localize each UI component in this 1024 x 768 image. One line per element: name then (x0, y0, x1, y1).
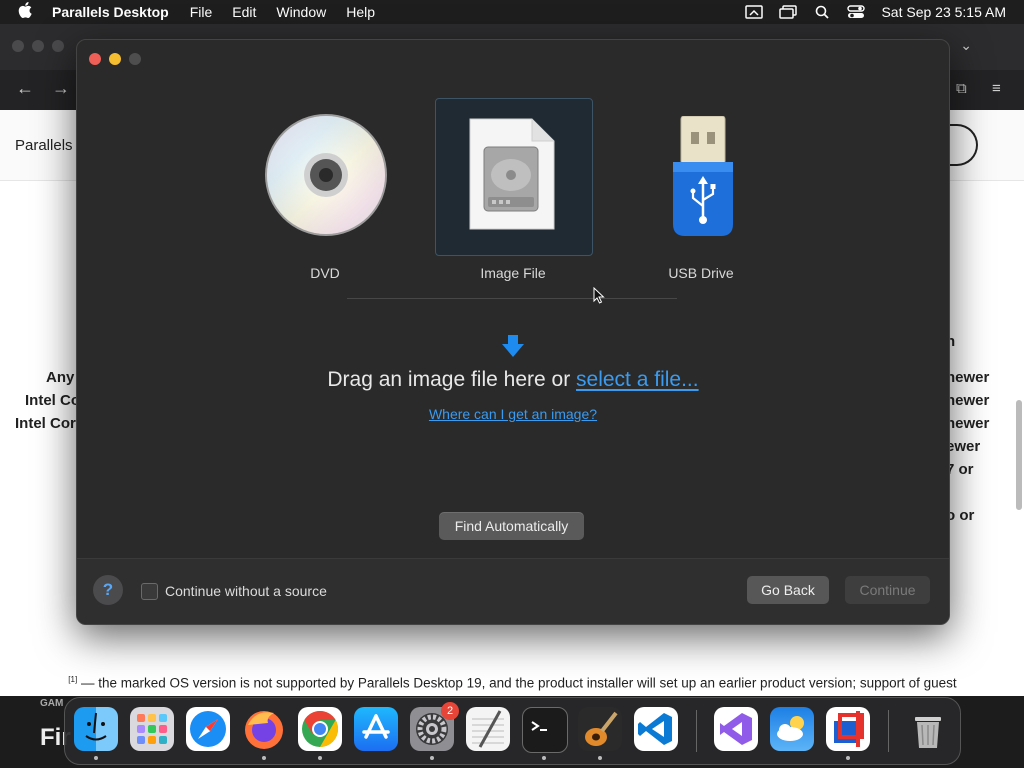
back-arrow-icon[interactable]: ← (16, 78, 34, 99)
weather-icon[interactable] (770, 707, 814, 751)
drop-zone-instruction: Drag an image file here or select a file… (77, 368, 949, 392)
app-store-icon[interactable] (354, 707, 398, 751)
go-back-button[interactable]: Go Back (747, 576, 829, 604)
control-center-icon[interactable] (845, 4, 867, 20)
notification-badge: 2 (441, 702, 459, 720)
textedit-icon[interactable] (466, 707, 510, 751)
chrome-icon[interactable] (298, 707, 342, 751)
usb-drive-icon (671, 115, 735, 243)
dialog-close-button[interactable] (89, 53, 101, 65)
finder-icon[interactable] (74, 707, 118, 751)
page-scrollbar[interactable] (1016, 400, 1022, 510)
help-button[interactable]: ? (93, 575, 123, 605)
dvd-icon (264, 113, 388, 242)
vscode-icon[interactable] (634, 707, 678, 751)
menu-bar: Parallels Desktop File Edit Window Help … (0, 0, 1024, 24)
running-indicator (262, 756, 266, 760)
running-indicator (430, 756, 434, 760)
dialog-zoom-button[interactable] (129, 53, 141, 65)
terminal-icon[interactable] (522, 707, 568, 753)
dock-separator (696, 710, 697, 752)
page-text-fragment: Intel Co (25, 392, 80, 409)
footnote-marker: [1] (68, 675, 78, 684)
extensions-icon[interactable]: ⧉ (956, 80, 967, 97)
page-text-fragment: 7 or (946, 461, 974, 478)
browser-zoom-dot[interactable] (52, 40, 64, 52)
page-text-fragment: ewer (946, 438, 981, 455)
page-text-fragment: o or (946, 507, 975, 524)
continue-without-source-checkbox[interactable] (141, 583, 158, 600)
where-get-image-link[interactable]: Where can I get an image? (429, 406, 597, 422)
page-text-fragment: newer (946, 392, 990, 409)
menu-clock[interactable]: Sat Sep 23 5:15 AM (881, 4, 1006, 20)
apple-menu-icon[interactable] (18, 2, 38, 22)
source-option-image-file[interactable] (435, 98, 593, 256)
browser-close-dot[interactable] (12, 40, 24, 52)
system-settings-icon[interactable]: 2 (410, 702, 459, 751)
garageband-icon[interactable] (578, 707, 622, 751)
source-option-usb-drive[interactable] (623, 98, 779, 254)
find-automatically-button[interactable]: Find Automatically (439, 512, 584, 540)
source-option-dvd[interactable] (247, 98, 403, 254)
tab-list-chevron-icon[interactable]: ⌄ (960, 37, 972, 54)
site-header-pill-button[interactable] (946, 124, 978, 166)
dialog-footer: ? Continue without a source Go Back Cont… (77, 558, 949, 624)
window-switcher-icon[interactable] (777, 4, 799, 20)
page-text-fragment: Any (46, 369, 75, 386)
safari-icon[interactable] (186, 707, 230, 751)
site-title[interactable]: Parallels (15, 137, 73, 154)
display-mirror-icon[interactable] (743, 4, 765, 20)
forward-arrow-icon[interactable]: → (52, 78, 70, 99)
page-text-fragment: newer (946, 415, 990, 432)
mouse-cursor-icon (593, 286, 605, 309)
dock: 2 (64, 697, 961, 765)
running-indicator (846, 756, 850, 760)
dock-separator (888, 710, 889, 752)
parallels-desktop-icon[interactable] (826, 707, 870, 751)
source-label-usb-drive: USB Drive (668, 265, 734, 281)
page-text-fragment: Intel Cor (15, 415, 76, 432)
browser-menu-icon[interactable]: ≡ (992, 80, 1001, 97)
page-text-fragment: newer (946, 369, 990, 386)
launchpad-icon[interactable] (130, 707, 174, 751)
firefox-icon[interactable] (242, 707, 286, 751)
drop-zone-text: Drag an image file here or (327, 368, 577, 391)
running-indicator (542, 756, 546, 760)
continue-without-source-label[interactable]: Continue without a source (165, 583, 327, 599)
running-indicator (94, 756, 98, 760)
select-file-link[interactable]: select a file... (576, 368, 699, 391)
running-indicator (318, 756, 322, 760)
source-label-image-file: Image File (480, 265, 546, 281)
spotlight-search-icon[interactable] (811, 4, 833, 20)
source-label-dvd: DVD (310, 265, 340, 281)
continue-button[interactable]: Continue (845, 576, 930, 604)
menu-file[interactable]: File (190, 4, 213, 20)
source-divider (347, 298, 677, 299)
running-indicator (598, 756, 602, 760)
dialog-minimize-button[interactable] (109, 53, 121, 65)
visual-studio-icon[interactable] (714, 707, 758, 751)
section-label: GAM (40, 698, 64, 709)
trash-icon[interactable] (906, 707, 950, 751)
app-name-menu[interactable]: Parallels Desktop (52, 4, 169, 20)
browser-minimize-dot[interactable] (32, 40, 44, 52)
menu-edit[interactable]: Edit (232, 4, 256, 20)
menu-window[interactable]: Window (276, 4, 326, 20)
disk-image-file-icon (468, 117, 556, 236)
menu-help[interactable]: Help (346, 4, 375, 20)
image-help-row: Where can I get an image? (77, 406, 949, 422)
drop-arrow-down-icon (501, 334, 525, 363)
installation-source-dialog: DVD Image File USB Drive Drag an image f… (76, 39, 950, 625)
